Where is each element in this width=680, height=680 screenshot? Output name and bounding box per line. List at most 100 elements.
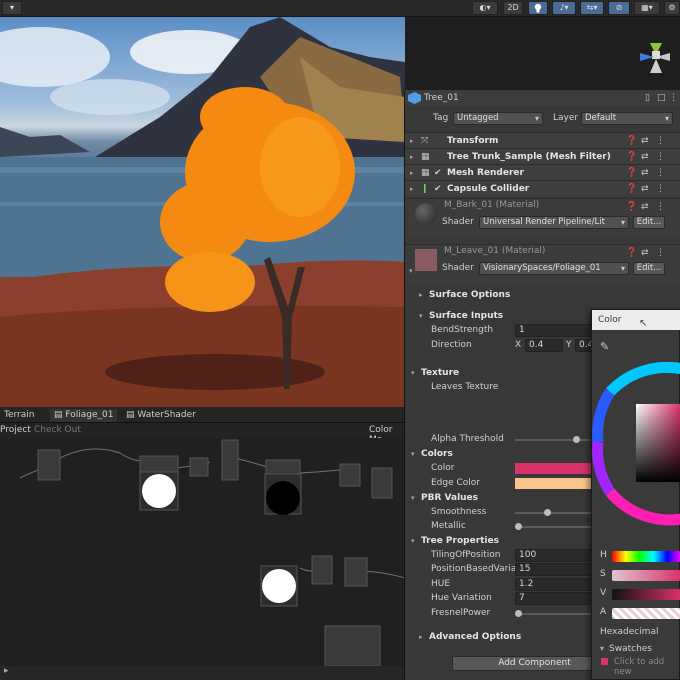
bend-strength-field[interactable]: 1 (515, 324, 595, 337)
fresnel-slider[interactable] (515, 610, 522, 617)
mouse-cursor-icon: ↖ (639, 318, 648, 329)
component-menu-icon[interactable]: ⋮ (656, 181, 665, 197)
play-icon[interactable]: ▸ (4, 666, 9, 676)
component-menu-icon[interactable]: ⋮ (656, 199, 665, 215)
help-icon[interactable]: ❓ (626, 149, 637, 165)
preset-icon[interactable]: ⇄ (641, 165, 649, 181)
project-label[interactable]: Project (0, 425, 31, 435)
metallic-slider[interactable] (515, 523, 522, 530)
preset-icon[interactable]: ⇄ (641, 245, 649, 261)
component-name: Mesh Renderer (447, 168, 524, 178)
component-menu-icon[interactable]: ⋮ (656, 245, 665, 261)
component-mesh-renderer[interactable]: ▸ ▦ ✔ Mesh Renderer ❓ ⇄ ⋮ (405, 164, 680, 180)
lock-icon[interactable]: ▯ (645, 90, 650, 106)
swatch-preset[interactable] (601, 658, 608, 665)
more-menu-icon[interactable]: ⋮ (669, 90, 678, 106)
material-name: M_Bark_01 (Material) (444, 200, 540, 210)
edit-shader-button[interactable]: Edit... (633, 262, 665, 275)
shader-node-graph[interactable] (0, 438, 405, 668)
material-preview (415, 249, 437, 271)
component-name: Capsule Collider (447, 184, 530, 194)
component-capsule-collider[interactable]: ▸ ❙ ✔ Capsule Collider ❓ ⇄ ⋮ (405, 180, 680, 196)
preset-icon[interactable]: ⇄ (641, 181, 649, 197)
position-based-field[interactable]: 15 (515, 563, 595, 576)
component-transform[interactable]: ▸ ⤧ Transform ❓ ⇄ ⋮ (405, 132, 680, 148)
check-out-button[interactable]: Check Out (34, 425, 81, 435)
section-surface-options[interactable]: ▸ Surface Options (405, 287, 680, 303)
enabled-checkbox[interactable]: ✔ (434, 181, 442, 197)
tab-watershader[interactable]: ▤ WaterShader (122, 409, 200, 422)
expand-arrow-icon[interactable]: ▸ (419, 629, 423, 645)
color-wheel[interactable] (592, 362, 680, 527)
expand-arrow-icon[interactable]: ▸ (410, 133, 414, 149)
section-title: Advanced Options (429, 632, 522, 642)
value-slider[interactable] (612, 589, 680, 600)
shader-label: Shader (442, 263, 474, 273)
alpha-threshold-track[interactable] (515, 439, 595, 441)
expand-arrow-icon[interactable]: ▸ (419, 287, 423, 303)
help-icon[interactable]: ❓ (626, 199, 637, 215)
gizmos-button[interactable]: ⚙ (664, 1, 680, 15)
shader-dropdown[interactable]: VisionarySpaces/Foliage_01 (479, 262, 629, 275)
preset-icon[interactable]: ⇄ (641, 199, 649, 215)
node-graph-canvas (19, 439, 405, 667)
component-menu-icon[interactable]: ⋮ (656, 133, 665, 149)
tab-foliage[interactable]: ▤ Foliage_01 (50, 409, 118, 422)
preset-icon[interactable]: ⇄ (641, 133, 649, 149)
alpha-threshold-slider[interactable] (573, 436, 581, 443)
render-mode-button[interactable]: ◐▾ (472, 1, 498, 15)
effects-toggle-button[interactable]: ⇆▾ (580, 1, 604, 15)
tab-terrain[interactable]: Terrain (0, 409, 38, 422)
hue-slider[interactable] (612, 551, 680, 562)
smoothness-track[interactable] (515, 512, 595, 514)
saturation-slider[interactable] (612, 570, 680, 581)
component-menu-icon[interactable]: ⋮ (656, 165, 665, 181)
tab-label: Foliage_01 (65, 410, 114, 420)
maximize-icon[interactable]: □ (657, 90, 666, 106)
material-bark: M_Bark_01 (Material) ❓ ⇄ ⋮ Shader Univer… (405, 198, 680, 238)
edit-shader-button[interactable]: Edit... (633, 216, 665, 229)
expand-arrow-icon[interactable]: ▸ (410, 149, 414, 165)
audio-toggle-button[interactable]: ♪▾ (552, 1, 576, 15)
help-icon[interactable]: ❓ (626, 165, 637, 181)
shader-dropdown[interactable]: Universal Render Pipeline/Lit (479, 216, 629, 229)
expand-arrow-icon[interactable]: ▸ (410, 181, 414, 197)
toolbar-dropdown-button[interactable]: ▾ (2, 1, 22, 15)
a-label: A (600, 607, 607, 617)
material-name: M_Leave_01 (Material) (444, 246, 546, 256)
edge-color-swatch[interactable] (515, 478, 595, 489)
lightbulb-icon (534, 3, 542, 13)
hidden-objects-button[interactable]: ⊘ (608, 1, 630, 15)
object-name-field[interactable]: Tree_01 (424, 90, 459, 106)
smoothness-slider[interactable] (544, 509, 552, 516)
fresnel-track[interactable] (515, 613, 595, 615)
enabled-checkbox[interactable]: ✔ (434, 165, 442, 181)
lighting-toggle-button[interactable] (528, 1, 548, 15)
metallic-track[interactable] (515, 526, 595, 528)
scene-render (0, 17, 405, 407)
direction-x-field[interactable]: 0.4 (525, 339, 563, 352)
axis-gizmo[interactable] (628, 25, 680, 85)
component-menu-icon[interactable]: ⋮ (656, 149, 665, 165)
hue-variation-field[interactable]: 7 (515, 592, 595, 605)
component-mesh-filter[interactable]: ▸ ▦ Tree Trunk_Sample (Mesh Filter) ❓ ⇄ … (405, 148, 680, 164)
help-icon[interactable]: ❓ (626, 181, 637, 197)
2d-toggle-button[interactable]: 2D (503, 1, 523, 15)
property-label: Leaves Texture (431, 382, 499, 392)
expand-arrow-icon[interactable]: ▾ (600, 644, 604, 653)
eyedropper-icon[interactable]: ✎ (600, 340, 609, 353)
material-preview (415, 203, 437, 225)
help-icon[interactable]: ❓ (626, 245, 637, 261)
shader-label: Shader (442, 217, 474, 227)
preset-icon[interactable]: ⇄ (641, 149, 649, 165)
expand-arrow-icon[interactable]: ▾ (409, 263, 413, 279)
help-icon[interactable]: ❓ (626, 133, 637, 149)
color-swatch[interactable] (515, 463, 595, 474)
expand-arrow-icon[interactable]: ▸ (410, 165, 414, 181)
tag-dropdown[interactable]: Untagged (453, 112, 543, 125)
property-label: Hue Variation (431, 593, 492, 603)
layer-dropdown[interactable]: Default (581, 112, 673, 125)
grid-button[interactable]: ▦▾ (634, 1, 660, 15)
scene-view[interactable] (0, 17, 405, 407)
alpha-slider[interactable] (612, 608, 680, 619)
